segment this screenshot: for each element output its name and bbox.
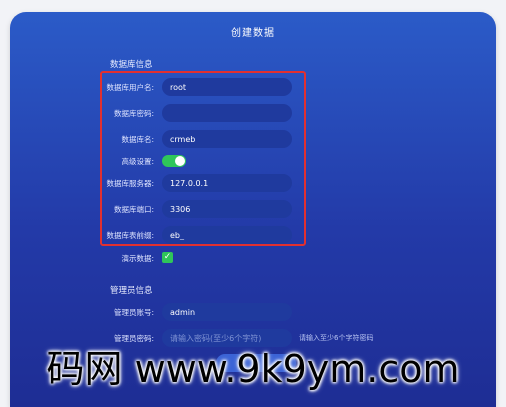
demo-data-row: 演示数据: ✓: [100, 249, 300, 267]
db-prefix-label: 数据库表前缀:: [106, 231, 154, 240]
db-host-input[interactable]: [162, 174, 292, 192]
db-port-label: 数据库端口:: [113, 205, 154, 214]
admin-section-title: 管理员信息: [110, 286, 153, 296]
db-username-label: 数据库用户名:: [106, 83, 154, 92]
advanced-settings-row: 高级设置:: [100, 152, 300, 170]
watermark: 码网 www.9k9ym.com: [46, 347, 460, 391]
db-prefix-input[interactable]: [162, 226, 292, 244]
db-section-title: 数据库信息: [110, 60, 153, 70]
check-icon: ✓: [163, 252, 172, 262]
admin-account-input[interactable]: [162, 303, 292, 321]
admin-account-label: 管理员账号:: [113, 308, 154, 317]
page-title: 创建数据: [231, 28, 275, 39]
admin-account-row: 管理员账号:: [100, 303, 300, 321]
db-prefix-row: 数据库表前缀:: [100, 226, 300, 244]
demo-data-label: 演示数据:: [121, 254, 154, 263]
db-host-row: 数据库服务器:: [100, 174, 300, 192]
db-username-input[interactable]: [162, 78, 292, 96]
db-name-label: 数据库名:: [121, 135, 154, 144]
demo-data-checkbox[interactable]: ✓: [162, 252, 173, 263]
db-password-input[interactable]: [162, 104, 292, 122]
db-name-input[interactable]: [162, 130, 292, 148]
db-password-row: 数据库密码:: [100, 104, 300, 122]
db-name-row: 数据库名:: [100, 130, 300, 148]
db-port-input[interactable]: [162, 200, 292, 218]
db-host-label: 数据库服务器:: [106, 179, 154, 188]
db-password-label: 数据库密码:: [113, 109, 154, 118]
toggle-knob: [175, 156, 185, 166]
db-username-row: 数据库用户名:: [100, 78, 300, 96]
advanced-settings-label: 高级设置:: [121, 157, 154, 166]
advanced-settings-toggle[interactable]: [162, 155, 186, 167]
db-port-row: 数据库端口:: [100, 200, 300, 218]
